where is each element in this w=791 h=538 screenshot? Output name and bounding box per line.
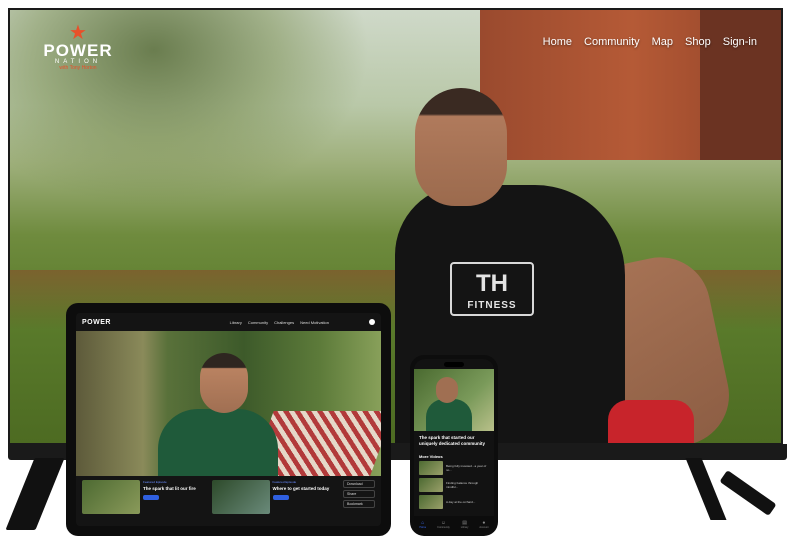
episode-actions: Download Share Bookmark (343, 480, 375, 522)
tv-stand-right (690, 458, 775, 530)
nav-sign-in[interactable]: Sign-in (723, 36, 757, 48)
tv-stand-left (5, 458, 65, 530)
star-icon: ★ (69, 22, 87, 44)
list-item[interactable]: Finding balance through mindful... (419, 478, 491, 492)
watch-button[interactable] (143, 495, 159, 500)
tab-home[interactable]: ⌂ Home (419, 520, 426, 529)
tablet-nav-community[interactable]: Community (248, 320, 268, 325)
video-thumbnail (419, 495, 443, 509)
phone-title: The spark that started our uniquely dedi… (419, 435, 486, 446)
nav-shop[interactable]: Shop (685, 36, 711, 48)
phone-screen: The spark that started our uniquely dedi… (414, 359, 494, 532)
tv-nav: Home Community Map Shop Sign-in (543, 36, 757, 48)
tablet-nav-challenges[interactable]: Challenges (274, 320, 294, 325)
video-thumbnail (419, 461, 443, 475)
nav-home[interactable]: Home (543, 36, 572, 48)
nav-community[interactable]: Community (584, 36, 640, 48)
tablet-hero-image (76, 331, 381, 476)
download-button[interactable]: Download (343, 480, 375, 488)
video-list: Being fully invested - a year of no... F… (419, 461, 491, 509)
watch-button[interactable] (272, 495, 289, 500)
video-thumbnail (419, 478, 443, 492)
phone-frame: The spark that started our uniquely dedi… (410, 355, 498, 536)
nav-map[interactable]: Map (652, 36, 673, 48)
tab-community[interactable]: ☺ Community (437, 520, 450, 529)
tablet-logo[interactable]: POWER (82, 319, 111, 326)
power-nation-logo[interactable]: ★ POWER NATION with Tony Horton (28, 22, 128, 71)
shirt-logo: TH FITNESS (450, 262, 534, 316)
phone-hero-image (414, 369, 494, 431)
tablet-nav-library[interactable]: Library (230, 320, 242, 325)
episode-thumbnail (211, 480, 270, 514)
more-videos-heading: More Videos (419, 454, 443, 459)
list-item[interactable]: Being fully invested - a year of no... (419, 461, 491, 475)
avatar[interactable] (369, 319, 375, 325)
red-bag (608, 400, 694, 443)
tablet-frame: POWER Library Community Challenges Need … (66, 303, 391, 536)
tab-account[interactable]: ● Account (479, 520, 488, 529)
episode-card[interactable]: Featured Episode Where to get started to… (211, 480, 338, 522)
tablet-nav-motivation[interactable]: Need Motivation (300, 320, 329, 325)
episode-card[interactable]: Featured Episode The spark that lit our … (82, 480, 208, 522)
episode-thumbnail (82, 480, 140, 514)
tablet-nav: POWER Library Community Challenges Need … (76, 313, 381, 331)
tablet-episode-row: Featured Episode The spark that lit our … (76, 476, 381, 526)
tablet-screen: POWER Library Community Challenges Need … (76, 313, 381, 526)
share-button[interactable]: Share (343, 490, 375, 498)
bookmark-button[interactable]: Bookmark (343, 500, 375, 508)
tab-library[interactable]: ▤ Library (461, 520, 469, 529)
phone-notch (444, 362, 464, 367)
phone-tab-bar: ⌂ Home ☺ Community ▤ Library ● Account (414, 516, 494, 532)
list-item[interactable]: A day at the orchard... (419, 495, 491, 509)
